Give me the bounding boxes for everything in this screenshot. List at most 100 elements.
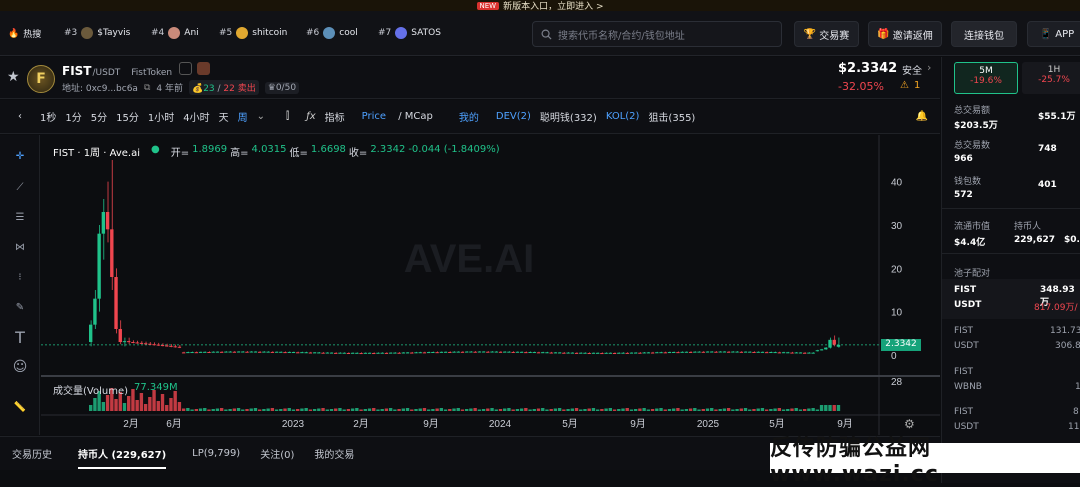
candle-body bbox=[236, 351, 241, 353]
hot-item[interactable]: #7 SATOS bbox=[378, 27, 441, 39]
chest-icon[interactable] bbox=[197, 62, 211, 75]
token-header: ★ F FIST /USDT FistToken 地址: 0xc9...bc6a… bbox=[0, 57, 940, 99]
candle-type-icon[interactable]: ⫿ bbox=[286, 111, 289, 122]
fib-icon[interactable]: ☰ bbox=[10, 207, 30, 227]
trendline-icon[interactable]: ⟋ bbox=[10, 177, 30, 197]
volume-bar bbox=[431, 409, 435, 411]
emoji-icon[interactable]: ☺ bbox=[10, 357, 30, 377]
candle-body bbox=[101, 212, 106, 234]
timeframe-1h[interactable]: 1H -25.7% bbox=[1022, 62, 1080, 94]
crosshair-icon[interactable]: ✛ bbox=[10, 146, 30, 166]
announcement-banner[interactable]: NEW 新版本入口，立即进入 > bbox=[0, 0, 1080, 12]
volume-bar bbox=[629, 409, 634, 411]
smart-money-filter[interactable]: 聪明钱(332) bbox=[540, 109, 597, 124]
volume-bar bbox=[105, 395, 110, 411]
kol-filter[interactable]: KOL(2) bbox=[606, 111, 640, 122]
pattern-icon[interactable]: ⋈ bbox=[10, 237, 30, 257]
candle-body bbox=[815, 350, 820, 352]
interval-5m[interactable]: 5分 bbox=[91, 109, 107, 124]
favorite-star-icon[interactable]: ★ bbox=[7, 69, 20, 85]
contract-address[interactable]: 地址: 0xc9...bc6a bbox=[62, 81, 138, 94]
candle-body bbox=[612, 353, 617, 355]
tab-my-trades[interactable]: 我的交易 bbox=[314, 446, 354, 461]
mine-filter[interactable]: 我的 bbox=[459, 109, 479, 124]
hot-item[interactable]: #6 cool bbox=[306, 27, 358, 39]
drawing-tools: ✛ ⟋ ☰ ⋈ ⁝ ✎ T ☺ 📏 bbox=[0, 135, 40, 435]
volume-bar bbox=[359, 409, 363, 411]
copy-icon[interactable]: ⧉ bbox=[144, 83, 150, 93]
brush-icon[interactable]: ✎ bbox=[10, 297, 30, 317]
trade-contest-button[interactable]: 🏆 交易赛 bbox=[794, 21, 859, 47]
chevron-right-icon[interactable]: › bbox=[927, 61, 931, 74]
price-chart[interactable]: AVE.AI 0 10 20 30 40 28 2月 6月 2023 2月 9月 2024 5月 9月 20… bbox=[41, 135, 940, 435]
y-tick-label: 40 bbox=[891, 178, 903, 189]
tab-holders[interactable]: 持币人 (229,627) bbox=[78, 446, 167, 469]
sniper-filter[interactable]: 狙击(355) bbox=[648, 109, 695, 124]
volume-bar bbox=[638, 408, 642, 411]
invite-rebate-button[interactable]: 🎁 邀请返佣 bbox=[868, 21, 942, 47]
chevron-down-icon[interactable]: ⌄ bbox=[257, 111, 265, 122]
token-avatar bbox=[81, 27, 94, 39]
candle-body bbox=[701, 351, 705, 353]
buy-sell-badge[interactable]: 💰23 / 22 卖出 bbox=[188, 80, 259, 95]
volume-bar bbox=[190, 409, 194, 411]
indicator-button[interactable]: 指标 bbox=[325, 109, 345, 124]
volume-bar bbox=[748, 409, 752, 411]
ruler-icon[interactable]: 📏 bbox=[10, 397, 30, 417]
interval-1s[interactable]: 1秒 bbox=[40, 109, 56, 124]
volume-bar bbox=[473, 408, 477, 411]
volume-bar bbox=[693, 408, 697, 411]
status-dot-icon: ● bbox=[151, 144, 160, 155]
hot-item[interactable]: #3 $Tayvis bbox=[64, 27, 130, 39]
volume-bar bbox=[642, 408, 646, 411]
volume-bar bbox=[443, 409, 448, 411]
price-mcap-toggle[interactable]: Price / MCap bbox=[362, 111, 442, 122]
volume-bar bbox=[198, 408, 203, 411]
volume-bar bbox=[760, 408, 765, 411]
connect-wallet-button[interactable]: 连接钱包 bbox=[951, 21, 1017, 47]
candle-body bbox=[448, 351, 452, 353]
candle-body bbox=[418, 352, 422, 354]
hot-item[interactable]: #5 shitcoin bbox=[219, 27, 287, 39]
projection-icon[interactable]: ⁝ bbox=[10, 267, 30, 287]
tab-lp[interactable]: LP(9,799) bbox=[192, 448, 240, 459]
holders-ratio-badge[interactable]: ♛0/50 bbox=[264, 81, 300, 94]
fx-icon[interactable]: ƒx bbox=[306, 111, 315, 122]
site-watermark: 反传防骗公益网 www.wazi.cc bbox=[770, 436, 1080, 487]
security-label[interactable]: 安全 bbox=[902, 62, 922, 77]
search-input[interactable]: 搜索代币名称/合约/钱包地址 bbox=[532, 21, 782, 47]
candle-body bbox=[211, 351, 215, 353]
volume-bar bbox=[710, 408, 714, 411]
dev-filter[interactable]: DEV(2) bbox=[496, 111, 531, 122]
candle-body bbox=[426, 352, 431, 354]
interval-1m[interactable]: 1分 bbox=[65, 109, 81, 124]
volume-bar bbox=[735, 409, 739, 411]
interval-15m[interactable]: 15分 bbox=[116, 109, 139, 124]
candle-body bbox=[152, 344, 156, 346]
volume-bar bbox=[363, 409, 367, 411]
volume-bar bbox=[253, 408, 258, 411]
tab-trade-history[interactable]: 交易历史 bbox=[12, 446, 52, 461]
volume-bar bbox=[393, 409, 397, 411]
timeframe-5m[interactable]: 5M -19.6% bbox=[954, 62, 1018, 94]
text-icon[interactable]: T bbox=[10, 327, 30, 347]
hot-search-label[interactable]: 🔥 热搜 bbox=[8, 27, 41, 41]
candle-body bbox=[105, 212, 110, 230]
app-download-button[interactable]: 📱 APP bbox=[1027, 21, 1080, 47]
volume-bar bbox=[203, 408, 207, 411]
interval-day[interactable]: 天 bbox=[219, 109, 229, 124]
interval-week[interactable]: 周 bbox=[238, 109, 248, 124]
volume-bar bbox=[410, 409, 414, 411]
alert-bell-icon[interactable]: 🔔 bbox=[916, 111, 928, 122]
interval-1h[interactable]: 1小时 bbox=[148, 109, 174, 124]
hot-item[interactable]: #4 Ani bbox=[151, 27, 199, 39]
tab-follow[interactable]: 关注(0) bbox=[260, 446, 294, 461]
candle-body bbox=[642, 352, 646, 354]
volume-bar bbox=[241, 409, 245, 411]
collapse-icon[interactable]: ‹ bbox=[0, 111, 40, 122]
interval-4h[interactable]: 4小时 bbox=[183, 109, 209, 124]
security-warning[interactable]: ⚠ 1 bbox=[900, 80, 920, 91]
candle-body bbox=[156, 344, 160, 346]
candle-body bbox=[769, 352, 773, 354]
search-token-icon[interactable] bbox=[179, 62, 193, 75]
